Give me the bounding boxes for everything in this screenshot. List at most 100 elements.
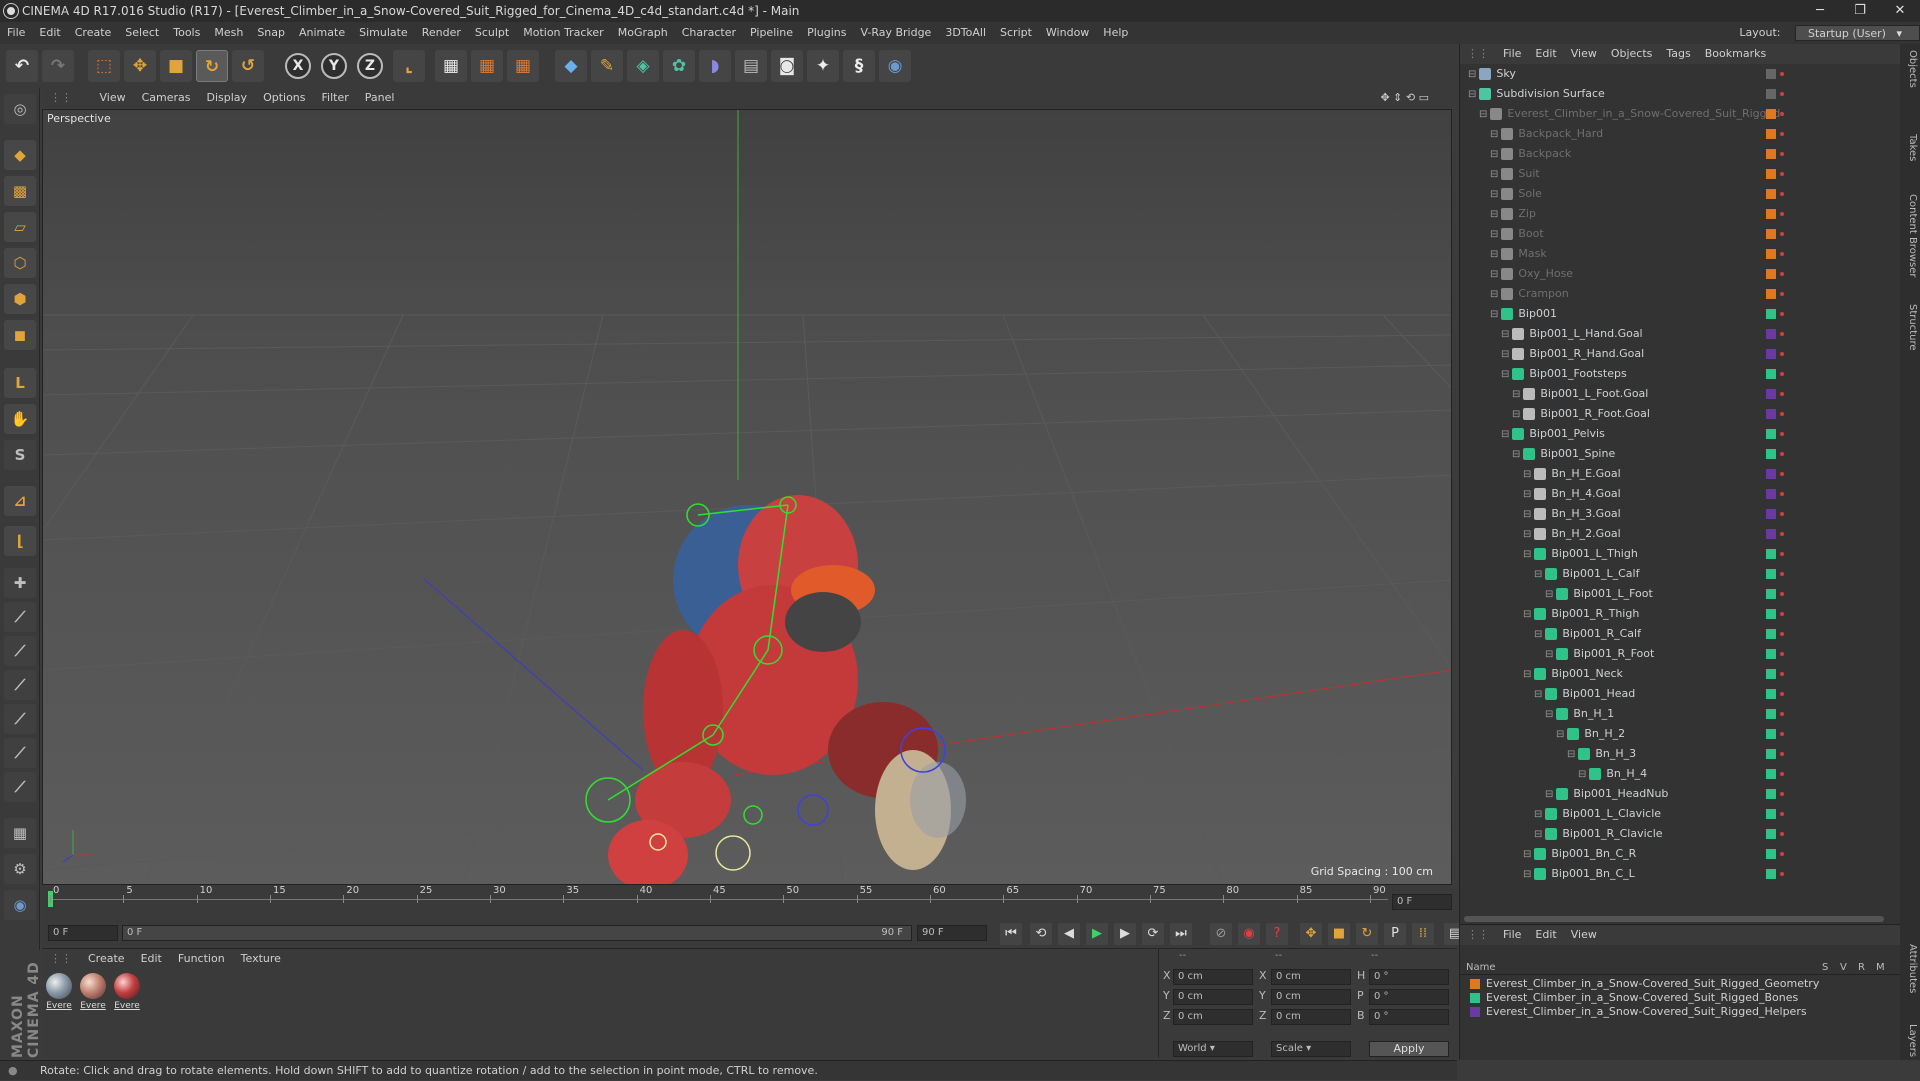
visibility-dot-icon[interactable] xyxy=(1780,812,1784,816)
layer-color-swatch[interactable] xyxy=(1766,769,1776,779)
coord-size-field[interactable]: 0 cm xyxy=(1271,989,1351,1005)
object-row[interactable]: ⊟ Bip001_R_Clavicle xyxy=(1460,824,1901,844)
go-to-end-icon[interactable]: ⏭ xyxy=(1170,923,1192,945)
expand-toggle-icon[interactable]: ⊟ xyxy=(1479,109,1487,120)
start-frame-field[interactable]: 0 F xyxy=(48,925,118,941)
axis-mode-icon[interactable]: L xyxy=(4,368,36,398)
side-tab-content-browser[interactable]: Content Browser xyxy=(1902,194,1918,277)
menu-animate[interactable]: Animate xyxy=(292,22,352,44)
object-row[interactable]: ⊟ Bip001_Bn_C_R xyxy=(1460,844,1901,864)
menu-select[interactable]: Select xyxy=(118,22,166,44)
material-menu-edit[interactable]: Edit xyxy=(133,949,170,969)
object-row[interactable]: ⊟ Bn_H_4.Goal xyxy=(1460,484,1901,504)
object-row[interactable]: ⊟ Crampon xyxy=(1460,284,1901,304)
expand-toggle-icon[interactable]: ⊟ xyxy=(1567,749,1575,760)
layer-color-swatch[interactable] xyxy=(1766,849,1776,859)
vray-bridge-icon[interactable]: § xyxy=(843,50,875,82)
render-picture-viewer-icon[interactable]: ▦ xyxy=(471,50,503,82)
visibility-dot-icon[interactable] xyxy=(1780,152,1784,156)
mirror-joints-icon[interactable]: ⟋ xyxy=(4,738,36,768)
viewport-camera-label[interactable]: Perspective xyxy=(47,112,111,125)
cube-primitive-icon[interactable]: ◆ xyxy=(555,50,587,82)
visibility-dot-icon[interactable] xyxy=(1780,172,1784,176)
object-row[interactable]: ⊟ Bn_H_4 xyxy=(1460,764,1901,784)
viewport-menu-panel[interactable]: Panel xyxy=(357,88,403,108)
object-row[interactable]: ⊟ Bip001_HeadNub xyxy=(1460,784,1901,804)
layer-color-swatch[interactable] xyxy=(1766,629,1776,639)
layer-color-swatch[interactable] xyxy=(1766,709,1776,719)
expand-toggle-icon[interactable]: ⊟ xyxy=(1490,269,1498,280)
visibility-dot-icon[interactable] xyxy=(1780,712,1784,716)
object-row[interactable]: ⊟ Bn_H_3.Goal xyxy=(1460,504,1901,524)
material-item[interactable]: Evere xyxy=(78,973,108,1017)
cloner-icon[interactable]: ✿ xyxy=(663,50,695,82)
layer-color-swatch[interactable] xyxy=(1766,609,1776,619)
expand-toggle-icon[interactable]: ⊟ xyxy=(1578,769,1586,780)
material-menu-texture[interactable]: Texture xyxy=(233,949,289,969)
layer-color-swatch[interactable] xyxy=(1766,149,1776,159)
expand-toggle-icon[interactable]: ⊟ xyxy=(1468,89,1476,100)
layer-row[interactable]: Everest_Climber_in_a_Snow-Covered_Suit_R… xyxy=(1470,977,1819,991)
menu-mesh[interactable]: Mesh xyxy=(207,22,250,44)
edges-mode-icon[interactable]: ⬢ xyxy=(4,284,36,314)
joint-align-icon[interactable]: ⟋ xyxy=(4,704,36,734)
object-row[interactable]: ⊟ Bip001_Neck xyxy=(1460,664,1901,684)
keyframe-selection-icon[interactable]: ? xyxy=(1266,923,1288,945)
expand-toggle-icon[interactable]: ⊟ xyxy=(1512,449,1520,460)
menu-motion-tracker[interactable]: Motion Tracker xyxy=(516,22,610,44)
deformer-icon[interactable]: ◗ xyxy=(699,50,731,82)
coord-rotation-field[interactable]: 0 ° xyxy=(1369,1009,1449,1025)
menu-v-ray-bridge[interactable]: V-Ray Bridge xyxy=(853,22,938,44)
material-menu-function[interactable]: Function xyxy=(170,949,233,969)
expand-toggle-icon[interactable]: ⊟ xyxy=(1490,249,1498,260)
object-menu-file[interactable]: File xyxy=(1496,44,1528,64)
visibility-dot-icon[interactable] xyxy=(1780,832,1784,836)
expand-toggle-icon[interactable]: ⊟ xyxy=(1468,69,1476,80)
expand-toggle-icon[interactable]: ⊟ xyxy=(1545,709,1553,720)
visibility-dot-icon[interactable] xyxy=(1780,192,1784,196)
expand-toggle-icon[interactable]: ⊟ xyxy=(1545,589,1553,600)
timeline-ruler[interactable]: 0 5 10 15 20 25 30 35 40 45 50 55 60 65 70 75 80 85 90 0 F xyxy=(42,885,1457,919)
redo-icon[interactable]: ↷ xyxy=(42,50,74,82)
layer-color-swatch[interactable] xyxy=(1766,369,1776,379)
object-row[interactable]: ⊟ Bip001_L_Hand.Goal xyxy=(1460,324,1901,344)
viewport-navigation-icons[interactable]: ✥ ⇕ ⟲ ▭ xyxy=(1372,88,1437,108)
layer-color-swatch[interactable] xyxy=(1766,69,1776,79)
layer-menu-edit[interactable]: Edit xyxy=(1528,925,1563,945)
autokey-icon[interactable]: ◉ xyxy=(1238,923,1260,945)
visibility-dot-icon[interactable] xyxy=(1780,852,1784,856)
expand-toggle-icon[interactable]: ⊟ xyxy=(1523,609,1531,620)
expand-toggle-icon[interactable]: ⊟ xyxy=(1523,529,1531,540)
object-manager-scrollbar[interactable] xyxy=(1464,916,1884,922)
tweak-mode-icon[interactable]: ✋ xyxy=(4,404,36,434)
layer-color-swatch[interactable] xyxy=(1766,449,1776,459)
expand-toggle-icon[interactable]: ⊟ xyxy=(1523,509,1531,520)
object-menu-edit[interactable]: Edit xyxy=(1528,44,1563,64)
visibility-dot-icon[interactable] xyxy=(1780,252,1784,256)
side-tab-attributes[interactable]: Attributes xyxy=(1902,944,1918,993)
visibility-dot-icon[interactable] xyxy=(1780,552,1784,556)
layer-color-swatch[interactable] xyxy=(1766,229,1776,239)
apply-button[interactable]: Apply xyxy=(1369,1041,1449,1057)
expand-toggle-icon[interactable]: ⊟ xyxy=(1490,189,1498,200)
rotate-tool-icon[interactable]: ↻ xyxy=(196,50,228,82)
material-menu-create[interactable]: Create xyxy=(80,949,133,969)
object-row[interactable]: ⊟ Bn_H_E.Goal xyxy=(1460,464,1901,484)
viewport-menu-view[interactable]: View xyxy=(92,88,134,108)
python-icon[interactable]: ◉ xyxy=(879,50,911,82)
subdivision-surface-icon[interactable]: ◈ xyxy=(627,50,659,82)
menu-script[interactable]: Script xyxy=(993,22,1039,44)
object-row[interactable]: ⊟ Bip001_L_Calf xyxy=(1460,564,1901,584)
expand-toggle-icon[interactable]: ⊟ xyxy=(1490,309,1498,320)
layer-row[interactable]: Everest_Climber_in_a_Snow-Covered_Suit_R… xyxy=(1470,1005,1807,1019)
layer-color-swatch[interactable] xyxy=(1766,389,1776,399)
next-frame-icon[interactable]: ▶ xyxy=(1114,923,1136,945)
visibility-dot-icon[interactable] xyxy=(1780,392,1784,396)
layer-color-swatch[interactable] xyxy=(1766,489,1776,499)
object-row[interactable]: ⊟ Bn_H_1 xyxy=(1460,704,1901,724)
coordinate-mode-dropdown[interactable]: World ▾ xyxy=(1173,1041,1253,1057)
layer-color-swatch[interactable] xyxy=(1766,409,1776,419)
layer-color-swatch[interactable] xyxy=(1766,689,1776,699)
visibility-dot-icon[interactable] xyxy=(1780,872,1784,876)
ik-chain-icon[interactable]: ⟋ xyxy=(4,602,36,632)
